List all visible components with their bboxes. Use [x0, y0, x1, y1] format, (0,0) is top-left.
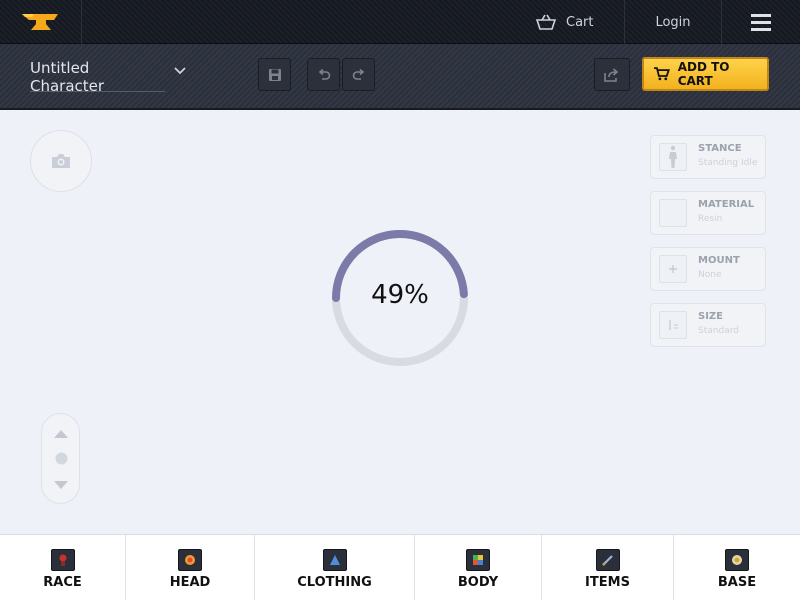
add-to-cart-button[interactable]: ADD TO CART	[642, 57, 769, 91]
race-icon	[50, 549, 75, 571]
progress-percentage: 49%	[371, 280, 429, 310]
chevron-down-icon[interactable]	[173, 66, 187, 76]
option-title: MOUNT	[698, 255, 740, 266]
nav-clothing[interactable]: CLOTHING	[255, 535, 415, 600]
nav-base[interactable]: BASE	[674, 535, 800, 600]
save-icon	[268, 68, 281, 81]
option-material[interactable]: MATERIAL Resin	[650, 191, 766, 235]
screenshot-button[interactable]	[30, 130, 92, 192]
option-value: Standing Idle	[698, 158, 758, 168]
option-title: SIZE	[698, 311, 724, 322]
plus-icon	[659, 255, 687, 283]
redo-button[interactable]	[342, 58, 375, 91]
login-link[interactable]: Login	[624, 0, 722, 44]
nav-label: ITEMS	[585, 575, 630, 590]
size-icon	[659, 311, 687, 339]
nav-label: RACE	[43, 575, 82, 590]
undo-icon	[318, 68, 330, 80]
option-value: None	[698, 270, 722, 280]
cart-label: Cart	[566, 14, 594, 30]
nav-label: HEAD	[169, 575, 211, 590]
cart-link[interactable]: Cart	[528, 0, 624, 44]
camera-icon	[52, 154, 70, 168]
base-icon	[725, 549, 749, 571]
zoom-out-arrow-icon[interactable]	[54, 480, 68, 490]
figure-icon	[659, 143, 687, 171]
items-icon	[595, 549, 620, 571]
category-nav: RACE HEAD CLOTHING BODY ITEMS BASE	[0, 534, 800, 600]
hamburger-icon	[751, 13, 771, 31]
save-button[interactable]	[258, 58, 291, 91]
nav-label: CLOTHING	[297, 575, 372, 590]
basket-icon	[536, 14, 556, 30]
option-value: Standard	[698, 326, 739, 336]
option-title: STANCE	[698, 143, 742, 154]
head-icon	[178, 549, 202, 571]
login-label: Login	[655, 14, 691, 30]
share-button[interactable]	[594, 58, 630, 91]
anvil-logo-icon	[22, 14, 58, 30]
menu-button[interactable]	[722, 0, 800, 44]
nav-head[interactable]: HEAD	[126, 535, 255, 600]
zoom-in-arrow-icon[interactable]	[54, 429, 68, 439]
option-value: Resin	[698, 214, 723, 224]
material-swatch-icon	[659, 199, 687, 227]
nav-body[interactable]: BODY	[415, 535, 542, 600]
option-stance[interactable]: STANCE Standing Idle	[650, 135, 766, 179]
top-bar: Cart Login	[0, 0, 800, 44]
option-title: MATERIAL	[698, 199, 755, 210]
nav-label: BODY	[457, 575, 499, 590]
option-size[interactable]: SIZE Standard	[650, 303, 766, 347]
nav-items[interactable]: ITEMS	[542, 535, 674, 600]
clothing-icon	[322, 549, 347, 571]
nav-race[interactable]: RACE	[0, 535, 126, 600]
undo-button[interactable]	[307, 58, 340, 91]
redo-icon	[352, 68, 364, 80]
share-icon	[604, 67, 619, 82]
home-logo[interactable]	[0, 0, 82, 44]
zoom-handle-dot[interactable]	[55, 452, 68, 465]
editor-toolbar: Untitled Character ADD TO CART	[0, 44, 800, 110]
body-icon	[466, 549, 490, 571]
zoom-control	[41, 413, 80, 504]
nav-label: BASE	[717, 575, 757, 590]
add-to-cart-label: ADD TO CART	[677, 60, 730, 88]
option-mount[interactable]: MOUNT None	[650, 247, 766, 291]
cart-icon	[654, 67, 670, 81]
character-name-field[interactable]: Untitled Character	[30, 59, 165, 95]
